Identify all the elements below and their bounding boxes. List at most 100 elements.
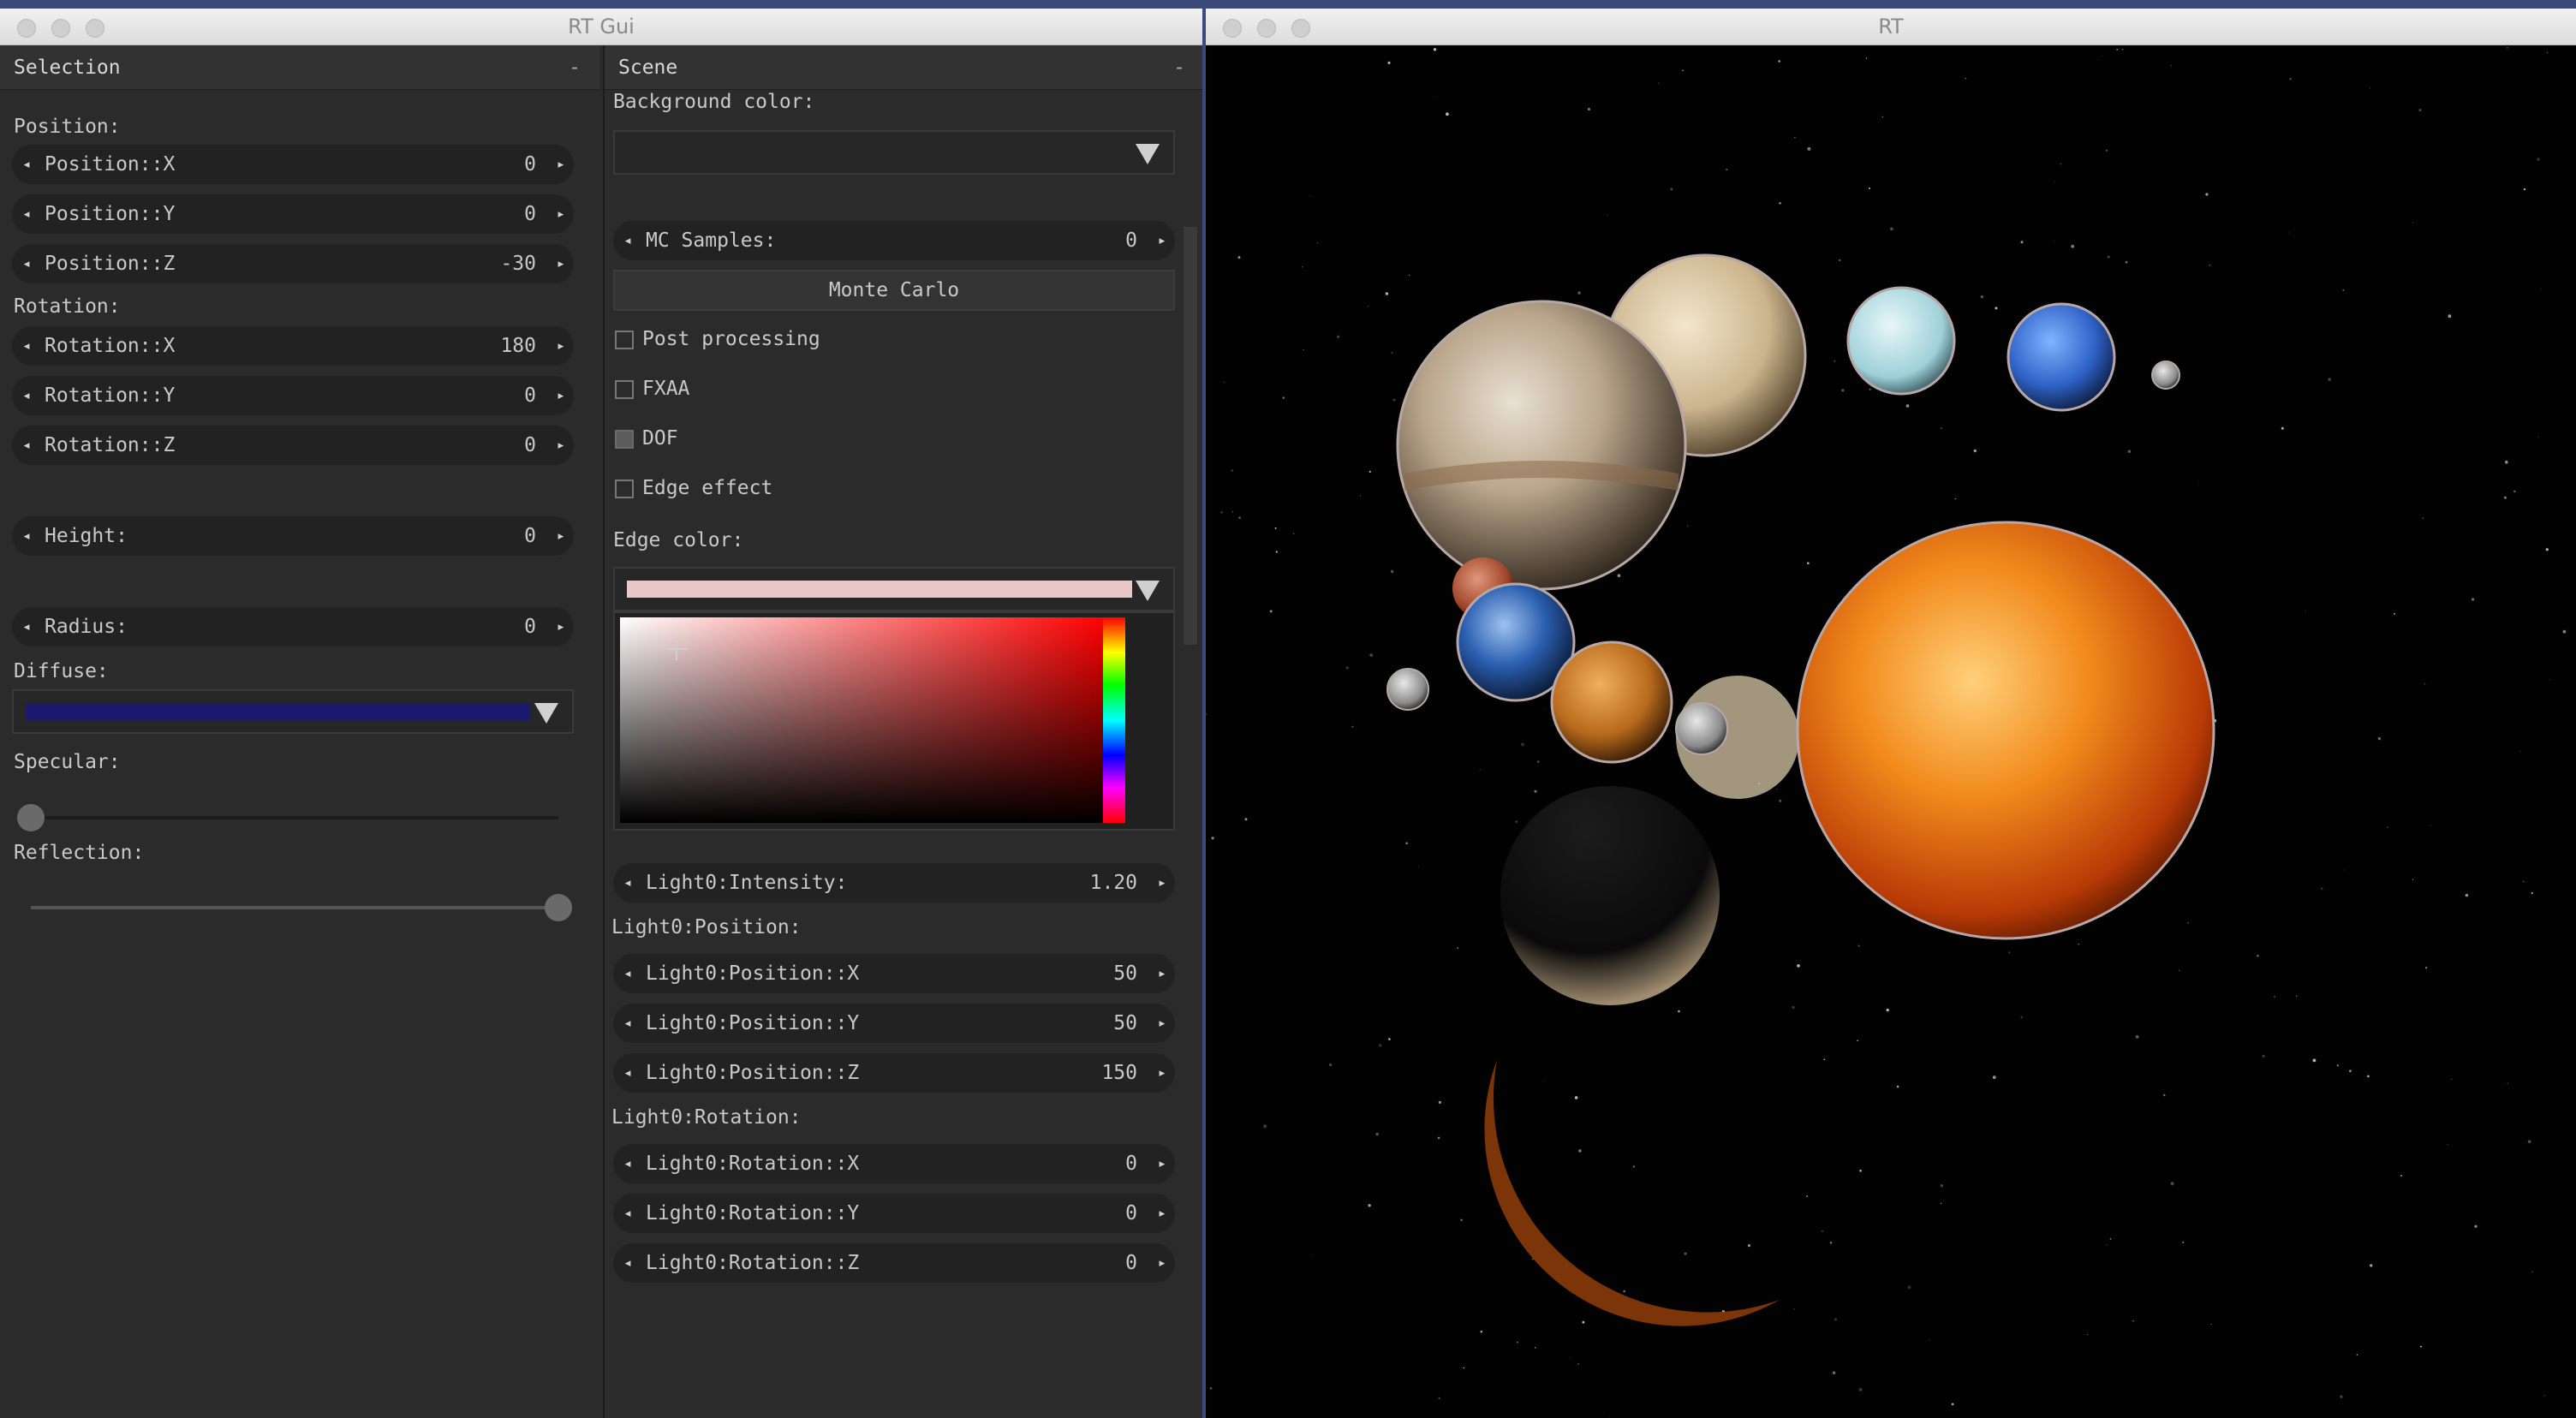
star [1832,1371,1836,1374]
decrement-arrow-icon[interactable]: ◂ [22,194,31,234]
star [1582,1320,1585,1324]
light0-position-x-stepper[interactable]: ◂ Light0:Position::X 50 ▸ [613,954,1175,993]
star [1368,470,1371,473]
sun-sphere[interactable] [1796,521,2215,940]
star [1282,396,1285,399]
decrement-arrow-icon[interactable]: ◂ [22,326,31,366]
light0-position-y-stepper[interactable]: ◂ Light0:Position::Y 50 ▸ [613,1004,1175,1043]
mc-samples-stepper[interactable]: ◂ MC Samples: 0 ▸ [613,221,1175,260]
star [2505,460,2508,464]
rotation-y-stepper[interactable]: ◂ Rotation::Y 0 ▸ [12,376,574,415]
diffuse-color-picker[interactable] [12,689,574,734]
increment-arrow-icon[interactable]: ▸ [557,607,565,646]
decrement-arrow-icon[interactable]: ◂ [22,145,31,184]
increment-arrow-icon[interactable]: ▸ [557,326,565,366]
specular-slider[interactable] [31,816,558,819]
position-z-stepper[interactable]: ◂ Position::Z -30 ▸ [12,244,574,283]
zoom-window-icon[interactable] [86,19,104,38]
decrement-arrow-icon[interactable]: ◂ [22,607,31,646]
close-window-icon[interactable] [17,19,36,38]
jupiter-sphere[interactable] [1396,300,1687,591]
increment-arrow-icon[interactable]: ▸ [557,244,565,283]
monte-carlo-button[interactable]: Monte Carlo [613,270,1175,311]
radius-stepper[interactable]: ◂ Radius: 0 ▸ [12,607,574,646]
decrement-arrow-icon[interactable]: ◂ [623,1194,632,1233]
dof-checkbox[interactable] [615,430,634,449]
increment-arrow-icon[interactable]: ▸ [1158,221,1166,260]
increment-arrow-icon[interactable]: ▸ [1158,1243,1166,1283]
rotation-z-label: Rotation::Z [45,434,176,456]
increment-arrow-icon[interactable]: ▸ [1158,1144,1166,1183]
post-processing-checkbox[interactable] [615,331,634,349]
zoom-window-icon[interactable] [1291,19,1310,38]
pluto-sphere[interactable] [2151,360,2180,390]
increment-arrow-icon[interactable]: ▸ [1158,1053,1166,1093]
decrement-arrow-icon[interactable]: ◂ [623,1004,632,1043]
minimize-window-icon[interactable] [1257,19,1276,38]
decrement-arrow-icon[interactable]: ◂ [22,244,31,283]
position-x-stepper[interactable]: ◂ Position::X 0 ▸ [12,145,574,184]
increment-arrow-icon[interactable]: ▸ [1158,863,1166,903]
increment-arrow-icon[interactable]: ▸ [557,376,565,415]
star [2102,56,2103,57]
increment-arrow-icon[interactable]: ▸ [1158,1004,1166,1043]
rt-titlebar[interactable]: RT [1206,9,2576,45]
render-viewport[interactable] [1206,45,2576,1418]
height-stepper[interactable]: ◂ Height: 0 ▸ [12,516,574,556]
dropdown-triangle-icon[interactable] [1136,144,1160,164]
rotation-z-stepper[interactable]: ◂ Rotation::Z 0 ▸ [12,426,574,465]
star [1890,227,1893,231]
rotation-x-stepper[interactable]: ◂ Rotation::X 180 ▸ [12,326,574,366]
star [1292,533,1295,534]
light0-position-z-stepper[interactable]: ◂ Light0:Position::Z 150 ▸ [613,1053,1175,1093]
increment-arrow-icon[interactable]: ▸ [557,145,565,184]
decrement-arrow-icon[interactable]: ◂ [22,426,31,465]
dropdown-triangle-icon[interactable] [534,703,558,724]
scene-scrollbar[interactable] [1184,227,1197,645]
increment-arrow-icon[interactable]: ▸ [557,426,565,465]
position-y-stepper[interactable]: ◂ Position::Y 0 ▸ [12,194,574,234]
uranus-sphere[interactable] [1846,286,1956,396]
mercury-sphere[interactable] [1386,668,1429,711]
light0-rotation-y-stepper[interactable]: ◂ Light0:Rotation::Y 0 ▸ [613,1194,1175,1233]
diffuse-color-swatch [26,703,531,720]
decrement-arrow-icon[interactable]: ◂ [623,954,632,993]
saturation-value-area[interactable] [620,617,1106,823]
minimize-window-icon[interactable] [51,19,70,38]
decrement-arrow-icon[interactable]: ◂ [22,516,31,556]
gui-titlebar[interactable]: RT Gui [0,9,1202,45]
venus-sphere[interactable] [1550,640,1673,764]
decrement-arrow-icon[interactable]: ◂ [22,376,31,415]
increment-arrow-icon[interactable]: ▸ [1158,1194,1166,1233]
hue-slider[interactable] [1103,617,1125,823]
scene-collapse-button[interactable]: - [1173,45,1185,90]
edge-effect-checkbox[interactable] [615,480,634,498]
close-window-icon[interactable] [1223,19,1242,38]
neptune-sphere[interactable] [2007,302,2116,412]
light0-rotation-x-stepper[interactable]: ◂ Light0:Rotation::X 0 ▸ [613,1144,1175,1183]
moon-sphere[interactable] [1675,702,1728,755]
decrement-arrow-icon[interactable]: ◂ [623,1144,632,1183]
star [1274,527,1277,529]
increment-arrow-icon[interactable]: ▸ [1158,954,1166,993]
star [1574,1096,1578,1099]
selection-header[interactable]: Selection - [0,45,599,90]
edge-color-picker[interactable] [613,567,1175,611]
scene-header[interactable]: Scene - [605,45,1202,90]
fxaa-checkbox[interactable] [615,380,634,399]
decrement-arrow-icon[interactable]: ◂ [623,863,632,903]
selection-collapse-button[interactable]: - [569,45,581,90]
background-color-picker[interactable] [613,130,1175,175]
increment-arrow-icon[interactable]: ▸ [557,516,565,556]
specular-slider-knob[interactable] [17,804,45,831]
light0-intensity-stepper[interactable]: ◂ Light0:Intensity: 1.20 ▸ [613,863,1175,903]
decrement-arrow-icon[interactable]: ◂ [623,1243,632,1283]
position-z-label: Position::Z [45,253,176,275]
decrement-arrow-icon[interactable]: ◂ [623,221,632,260]
reflection-slider[interactable] [31,906,558,909]
dropdown-triangle-icon[interactable] [1136,581,1160,601]
increment-arrow-icon[interactable]: ▸ [557,194,565,234]
light0-rotation-z-stepper[interactable]: ◂ Light0:Rotation::Z 0 ▸ [613,1243,1175,1283]
decrement-arrow-icon[interactable]: ◂ [623,1053,632,1093]
reflection-slider-knob[interactable] [545,894,572,921]
